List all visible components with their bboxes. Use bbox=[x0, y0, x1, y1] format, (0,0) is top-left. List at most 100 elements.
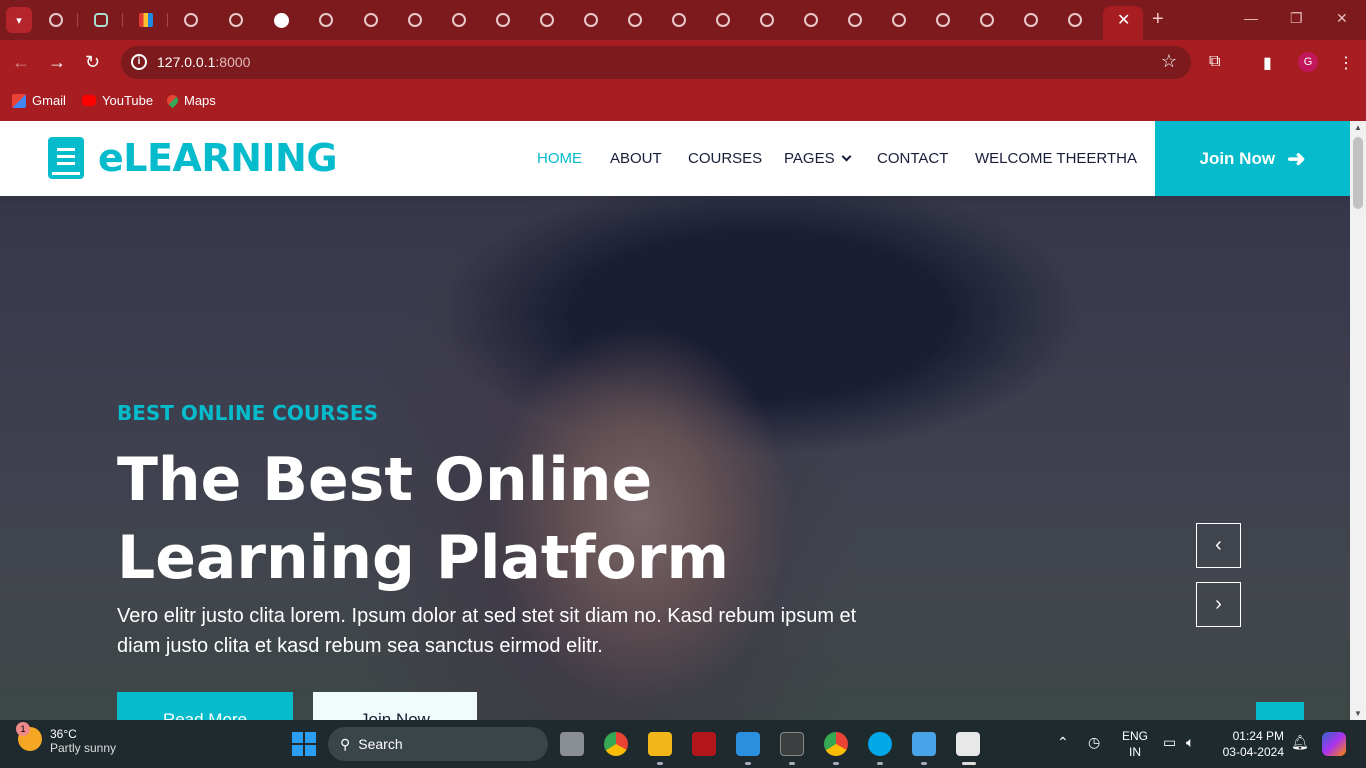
nav-home[interactable]: HOME bbox=[537, 150, 582, 167]
back-icon[interactable]: ← bbox=[12, 52, 30, 73]
tab-favicon[interactable] bbox=[1019, 8, 1043, 32]
tab-favicon[interactable] bbox=[491, 8, 515, 32]
github-icon bbox=[273, 12, 289, 28]
carousel-prev-button[interactable]: ‹ bbox=[1196, 523, 1241, 568]
read-more-button[interactable]: Read More bbox=[117, 692, 293, 720]
tab-favicon[interactable] bbox=[755, 8, 779, 32]
profile-avatar[interactable]: G bbox=[1298, 52, 1318, 72]
skype-icon[interactable] bbox=[868, 732, 892, 756]
tab-favicon[interactable] bbox=[179, 8, 203, 32]
web-page: eLEARNING HOME ABOUT COURSES PAGES CONTA… bbox=[0, 121, 1350, 720]
tab-app[interactable] bbox=[134, 8, 158, 32]
snipping-tool-icon[interactable] bbox=[956, 732, 980, 756]
taskbar-search[interactable]: ⚲ Search bbox=[328, 727, 548, 761]
bookmark-youtube[interactable]: YouTube bbox=[82, 93, 153, 108]
tab-favicon[interactable] bbox=[623, 8, 647, 32]
site-info-icon[interactable]: i bbox=[131, 54, 147, 70]
chrome-icon[interactable] bbox=[604, 732, 628, 756]
volume-icon[interactable]: 🔈︎ bbox=[1186, 734, 1194, 751]
url-text[interactable]: 127.0.0.1:8000 bbox=[157, 54, 250, 70]
bookmark-maps[interactable]: Maps bbox=[164, 92, 216, 109]
chevron-left-icon: ‹ bbox=[1215, 534, 1222, 556]
notepad-icon[interactable] bbox=[912, 732, 936, 756]
hero-headline: The Best Online Learning Platform bbox=[117, 445, 729, 593]
tab-github[interactable] bbox=[269, 8, 293, 32]
nav-contact[interactable]: CONTACT bbox=[877, 150, 948, 167]
forward-icon[interactable]: → bbox=[48, 52, 66, 73]
terminal-icon[interactable] bbox=[780, 732, 804, 756]
site-navbar: eLEARNING HOME ABOUT COURSES PAGES CONTA… bbox=[0, 121, 1350, 196]
bookmark-star-icon[interactable]: ☆ bbox=[1161, 51, 1177, 72]
filezilla-icon[interactable] bbox=[692, 732, 716, 756]
youtube-icon bbox=[82, 95, 96, 106]
close-tab-icon[interactable]: ✕ bbox=[1117, 10, 1130, 30]
scroll-up-icon[interactable]: ▲ bbox=[1354, 123, 1362, 132]
show-hidden-icons[interactable]: ⌃ bbox=[1057, 734, 1069, 751]
tab-favicon[interactable] bbox=[843, 8, 867, 32]
language-indicator[interactable]: ENG IN bbox=[1122, 728, 1148, 760]
back-to-top-button[interactable]: ↑ bbox=[1256, 702, 1304, 720]
copilot-icon[interactable] bbox=[1322, 732, 1346, 756]
hero-join-now-button[interactable]: Join Now bbox=[313, 692, 477, 720]
tab-favicon[interactable] bbox=[1063, 8, 1087, 32]
tab-favicon[interactable] bbox=[711, 8, 735, 32]
arrow-right-icon: ➜ bbox=[1287, 145, 1306, 171]
hero-description: Vero elitr justo clita lorem. Ipsum dolo… bbox=[117, 605, 857, 657]
tab-favicon[interactable] bbox=[975, 8, 999, 32]
tab-favicon[interactable] bbox=[799, 8, 823, 32]
tab-favicon[interactable] bbox=[447, 8, 471, 32]
site-logo[interactable]: eLEARNING bbox=[48, 136, 338, 180]
system-clock[interactable]: 01:24 PM 03-04-2024 bbox=[1220, 728, 1284, 760]
bookmark-gmail[interactable]: Gmail bbox=[12, 93, 66, 108]
nav-courses[interactable]: COURSES bbox=[688, 150, 762, 167]
tab-favicon[interactable] bbox=[667, 8, 691, 32]
notification-bell-icon[interactable]: 🔔︎ bbox=[1291, 734, 1309, 751]
tab-favicon[interactable] bbox=[314, 8, 338, 32]
new-tab-button[interactable]: + bbox=[1152, 8, 1172, 32]
task-view-icon[interactable] bbox=[560, 732, 584, 756]
join-now-button[interactable]: Join Now ➜ bbox=[1155, 121, 1350, 196]
start-button[interactable] bbox=[292, 732, 316, 756]
reload-icon[interactable]: ↻ bbox=[85, 52, 100, 73]
tab-favicon[interactable] bbox=[579, 8, 603, 32]
scroll-down-icon[interactable]: ▼ bbox=[1354, 709, 1362, 718]
bookmarks-bar: Gmail YouTube Maps bbox=[0, 86, 1366, 121]
file-explorer-icon[interactable] bbox=[648, 732, 672, 756]
network-icon[interactable]: ▭ bbox=[1163, 734, 1176, 751]
vscode-icon[interactable] bbox=[736, 732, 760, 756]
tab-search-button[interactable]: ▾ bbox=[6, 7, 32, 33]
tab-favicon[interactable] bbox=[224, 8, 248, 32]
chrome-profile-icon[interactable] bbox=[824, 732, 848, 756]
tab-favicon[interactable] bbox=[403, 8, 427, 32]
book-icon bbox=[48, 137, 84, 179]
nav-welcome-user[interactable]: WELCOME THEERTHA bbox=[975, 150, 1137, 167]
browser-tab-strip: ▾ ✕ + — ❐ ✕ bbox=[0, 0, 1366, 40]
nav-pages[interactable]: PAGES bbox=[784, 150, 852, 167]
clock-app-icon[interactable]: ◷ bbox=[1088, 734, 1100, 751]
tab-favicon[interactable] bbox=[931, 8, 955, 32]
side-panel-icon[interactable]: ▮ bbox=[1263, 53, 1272, 73]
weather-widget[interactable]: 1 36°C Partly sunny bbox=[16, 722, 116, 755]
tab-favicon[interactable] bbox=[535, 8, 559, 32]
menu-icon[interactable]: ⋮ bbox=[1338, 53, 1354, 73]
scrollbar-thumb[interactable] bbox=[1353, 137, 1363, 209]
close-window-icon[interactable]: ✕ bbox=[1336, 10, 1348, 27]
active-tab[interactable]: ✕ bbox=[1103, 6, 1143, 40]
tab-chatgpt[interactable] bbox=[89, 8, 113, 32]
gmail-icon bbox=[12, 93, 26, 108]
extensions-icon[interactable]: ⧉ bbox=[1209, 53, 1220, 71]
chevron-down-icon bbox=[841, 151, 852, 162]
minimize-icon[interactable]: — bbox=[1244, 10, 1258, 26]
maps-icon bbox=[164, 92, 181, 109]
tab-favicon[interactable] bbox=[887, 8, 911, 32]
carousel-next-button[interactable]: › bbox=[1196, 582, 1241, 627]
address-bar[interactable]: i 127.0.0.1:8000 ☆ bbox=[121, 46, 1191, 79]
hero-kicker: BEST ONLINE COURSES bbox=[117, 401, 378, 425]
restore-icon[interactable]: ❐ bbox=[1290, 10, 1303, 27]
weather-icon: 1 bbox=[16, 722, 42, 751]
tab-favicon[interactable] bbox=[359, 8, 383, 32]
page-scrollbar[interactable]: ▲ ▼ bbox=[1350, 121, 1366, 720]
nav-about[interactable]: ABOUT bbox=[610, 150, 662, 167]
windows-taskbar: 1 36°C Partly sunny ⚲ Search ⌃ ◷ ENG IN … bbox=[0, 720, 1366, 768]
tab-favicon[interactable] bbox=[44, 8, 68, 32]
